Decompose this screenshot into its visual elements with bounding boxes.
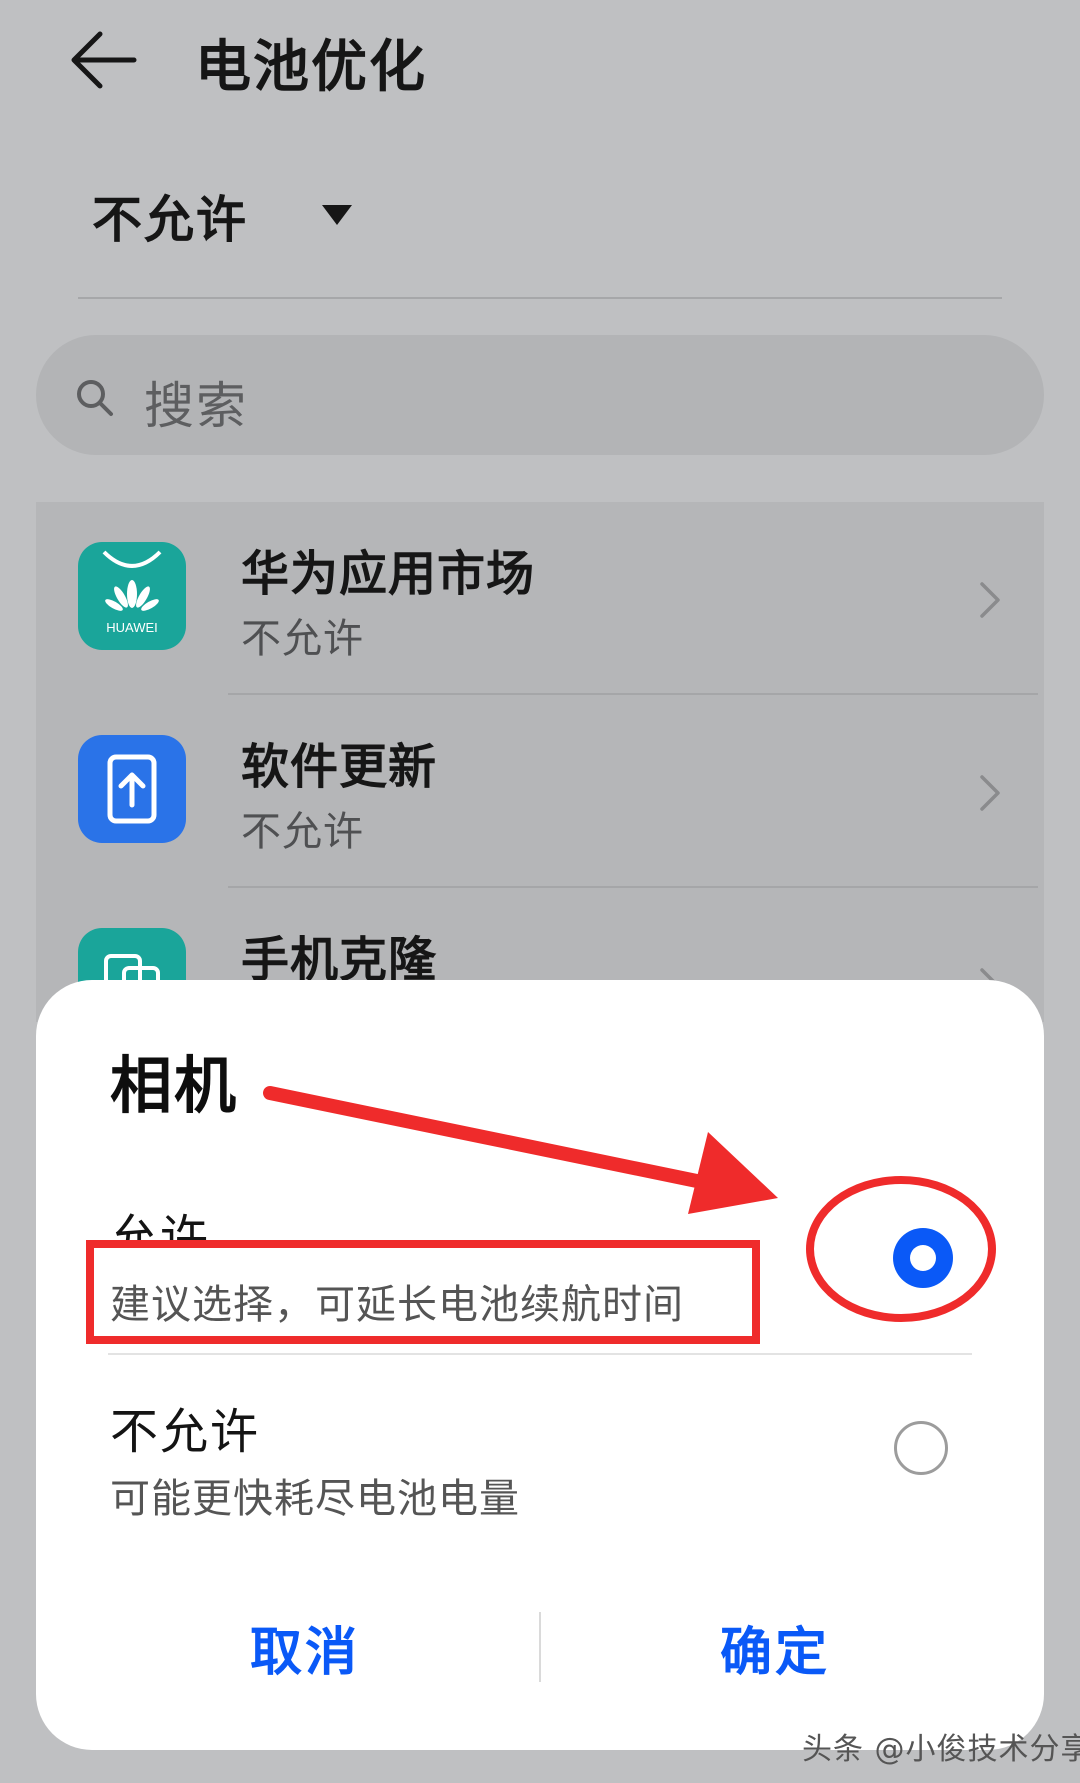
divider	[108, 1353, 972, 1355]
filter-dropdown[interactable]: 不允许	[92, 180, 248, 252]
list-item-appgallery[interactable]: HUAWEI 华为应用市场 不允许	[36, 502, 1044, 695]
annotation-circle	[806, 1176, 996, 1322]
search-icon	[77, 380, 113, 416]
app-name: 软件更新	[241, 739, 438, 795]
cancel-button[interactable]: 取消	[130, 1610, 480, 1685]
divider	[78, 297, 1002, 299]
chevron-right-icon	[980, 582, 1000, 618]
app-list: HUAWEI 华为应用市场 不允许 软件更新 不允许 手机克隆	[36, 502, 1044, 1022]
app-name: 华为应用市场	[241, 546, 536, 602]
radio-deny[interactable]	[894, 1421, 948, 1475]
confirm-button[interactable]: 确定	[600, 1610, 950, 1685]
option-deny-title[interactable]: 不允许	[110, 1392, 260, 1462]
annotation-highlight-box	[86, 1240, 760, 1344]
button-divider	[539, 1612, 541, 1682]
software-update-icon	[78, 735, 186, 843]
back-arrow-icon[interactable]	[68, 28, 140, 92]
option-allow-title[interactable]: 允许	[110, 1198, 210, 1246]
list-item-software-update[interactable]: 软件更新 不允许	[36, 695, 1044, 888]
huawei-appgallery-icon: HUAWEI	[78, 542, 186, 650]
search-input[interactable]: 搜索	[144, 366, 248, 438]
watermark: 头条 @小俊技术分享	[802, 1732, 1080, 1767]
app-status: 不允许	[241, 616, 364, 662]
page-title: 电池优化	[195, 35, 427, 100]
option-deny-subtitle: 可能更快耗尽电池电量	[110, 1476, 520, 1522]
huawei-logo-text: HUAWEI	[106, 620, 158, 635]
chevron-right-icon	[980, 775, 1000, 811]
app-status: 不允许	[241, 809, 364, 855]
caret-down-icon[interactable]	[322, 205, 352, 225]
dialog-title: 相机	[110, 1049, 239, 1122]
